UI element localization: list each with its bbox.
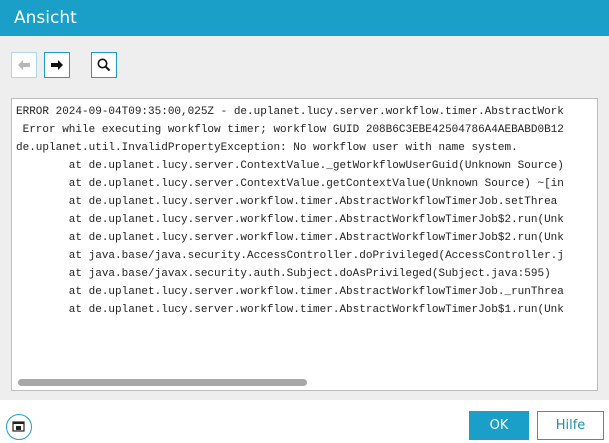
restore-window-icon [12,421,25,432]
restore-window-button[interactable] [6,414,32,440]
log-line: at de.uplanet.lucy.server.workflow.timer… [16,196,558,208]
dialog-titlebar[interactable]: Ansicht [0,0,609,36]
log-text: ERROR 2024-09-04T09:35:00,025Z - de.upla… [16,103,564,319]
arrow-left-icon [18,60,30,70]
search-icon [97,58,111,72]
log-line: at de.uplanet.lucy.server.ContextValue.g… [16,178,564,190]
log-line: at de.uplanet.lucy.server.workflow.timer… [16,232,564,244]
log-line: at de.uplanet.lucy.server.ContextValue._… [16,160,564,172]
log-line: at java.base/java.security.AccessControl… [16,250,564,262]
dialog-title: Ansicht [14,8,77,28]
log-line: at de.uplanet.lucy.server.workflow.timer… [16,214,564,226]
dialog-footer: OK Hilfe [0,400,609,443]
log-line: at de.uplanet.lucy.server.workflow.timer… [16,286,564,298]
log-line: ERROR 2024-09-04T09:35:00,025Z - de.upla… [16,106,564,118]
dialog-content: ERROR 2024-09-04T09:35:00,025Z - de.upla… [0,36,609,400]
arrow-right-icon [51,60,63,70]
help-button[interactable]: Hilfe [537,411,604,440]
horizontal-scrollbar[interactable] [18,379,307,386]
log-text-area[interactable]: ERROR 2024-09-04T09:35:00,025Z - de.upla… [11,98,598,391]
log-line: de.uplanet.util.InvalidPropertyException… [16,142,518,154]
search-button[interactable] [91,52,117,78]
ok-button[interactable]: OK [469,411,529,440]
log-line: at java.base/javax.security.auth.Subject… [16,268,551,280]
back-button[interactable] [11,52,37,78]
forward-button[interactable] [44,52,70,78]
log-line: at de.uplanet.lucy.server.workflow.timer… [16,304,564,316]
log-line: Error while executing workflow timer; wo… [16,124,564,136]
